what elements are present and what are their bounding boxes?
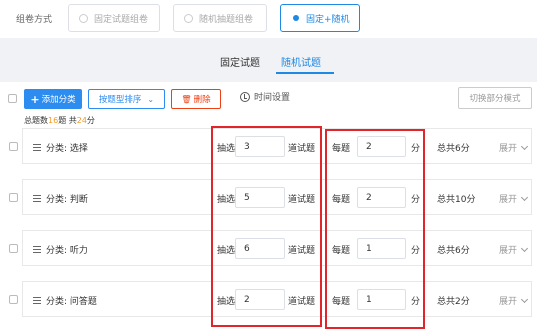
questions-summary: 总题数16题 共24分 — [24, 115, 95, 126]
active-tab-underline — [276, 72, 334, 74]
clock-icon — [240, 91, 250, 102]
summary-suffix: 分 — [86, 116, 95, 125]
time-settings-link[interactable]: 时间设置 — [240, 90, 290, 103]
time-settings-label: 时间设置 — [254, 93, 291, 103]
category-name: 分类: 判断 — [33, 192, 88, 205]
row-total-score: 总共6分 — [437, 246, 470, 256]
category-name: 分类: 问答题 — [33, 294, 97, 307]
question-tabs: 固定试题 随机试题 — [0, 48, 537, 74]
delete-button[interactable]: 🗑 删除 — [171, 89, 221, 109]
expand-toggle[interactable]: 展开 — [499, 141, 529, 154]
sort-by-type-label: 按题型排序 — [98, 95, 142, 105]
expand-label: 展开 — [499, 144, 518, 154]
radio-icon — [79, 13, 88, 23]
row-checkbox[interactable] — [9, 295, 18, 304]
tab-random-questions[interactable]: 随机试题 — [281, 54, 321, 69]
mode-option-fixed-random[interactable]: 固定+随机 — [280, 4, 360, 32]
chevron-down-icon — [520, 142, 529, 150]
switch-mode-button[interactable]: 切换部分模式 — [458, 87, 532, 109]
radio-selected-icon — [293, 15, 299, 21]
add-category-button[interactable]: + 添加分类 — [24, 89, 82, 109]
switch-mode-label: 切换部分模式 — [469, 94, 521, 104]
row-total-score: 总共10分 — [437, 195, 476, 205]
row-total-score: 总共6分 — [437, 144, 470, 154]
mode-option-fixed-label: 固定试题组卷 — [94, 14, 149, 25]
summary-prefix: 总题数 — [24, 116, 48, 125]
row-checkbox[interactable] — [9, 244, 18, 253]
expand-label: 展开 — [499, 195, 518, 205]
category-label: 分类: 听力 — [46, 246, 88, 256]
chevron-down-icon — [520, 244, 529, 252]
category-label: 分类: 选择 — [46, 144, 88, 154]
score-highlight-box — [325, 129, 425, 329]
summary-total-score: 24 — [76, 116, 87, 125]
category-label: 分类: 问答题 — [46, 297, 97, 307]
row-total-score: 总共2分 — [437, 297, 470, 307]
drag-handle-icon[interactable] — [33, 144, 41, 151]
chevron-down-icon — [520, 193, 529, 201]
summary-mid: 题 共 — [58, 116, 77, 125]
random-questions-panel: + 添加分类 按题型排序 ⌄ 🗑 删除 时间设置 切换部分模式 总题数16题 共… — [0, 82, 537, 333]
compose-mode-bar: 组卷方式 固定试题组卷 随机抽题组卷 固定+随机 — [0, 0, 537, 38]
compose-mode-label: 组卷方式 — [16, 15, 53, 25]
category-name: 分类: 听力 — [33, 243, 88, 256]
radio-icon — [184, 13, 193, 23]
summary-question-count: 16 — [48, 116, 59, 125]
mode-option-random[interactable]: 随机抽题组卷 — [173, 4, 267, 32]
tab-fixed-questions[interactable]: 固定试题 — [220, 54, 260, 69]
expand-toggle[interactable]: 展开 — [499, 294, 529, 307]
chevron-down-icon: ⌄ — [147, 94, 155, 104]
row-checkbox[interactable] — [9, 142, 18, 151]
select-all-checkbox[interactable] — [8, 94, 17, 103]
plus-icon: + — [30, 92, 40, 106]
mode-option-fixed[interactable]: 固定试题组卷 — [68, 4, 160, 32]
chevron-down-icon — [520, 295, 529, 303]
sort-by-type-dropdown[interactable]: 按题型排序 ⌄ — [88, 89, 165, 109]
expand-toggle[interactable]: 展开 — [499, 192, 529, 205]
add-category-label: 添加分类 — [41, 95, 76, 105]
expand-toggle[interactable]: 展开 — [499, 243, 529, 256]
category-name: 分类: 选择 — [33, 141, 88, 154]
drag-handle-icon[interactable] — [33, 195, 41, 202]
expand-label: 展开 — [499, 246, 518, 256]
drag-handle-icon[interactable] — [33, 297, 41, 304]
trash-icon: 🗑 — [181, 94, 192, 104]
mode-option-random-label: 随机抽题组卷 — [199, 14, 254, 25]
delete-label: 删除 — [193, 95, 211, 105]
category-label: 分类: 判断 — [46, 195, 88, 205]
drag-handle-icon[interactable] — [33, 246, 41, 253]
question-count-highlight-box — [211, 126, 322, 327]
row-checkbox[interactable] — [9, 193, 18, 202]
mode-option-fixed-random-label: 固定+随机 — [306, 14, 350, 25]
expand-label: 展开 — [499, 297, 518, 307]
